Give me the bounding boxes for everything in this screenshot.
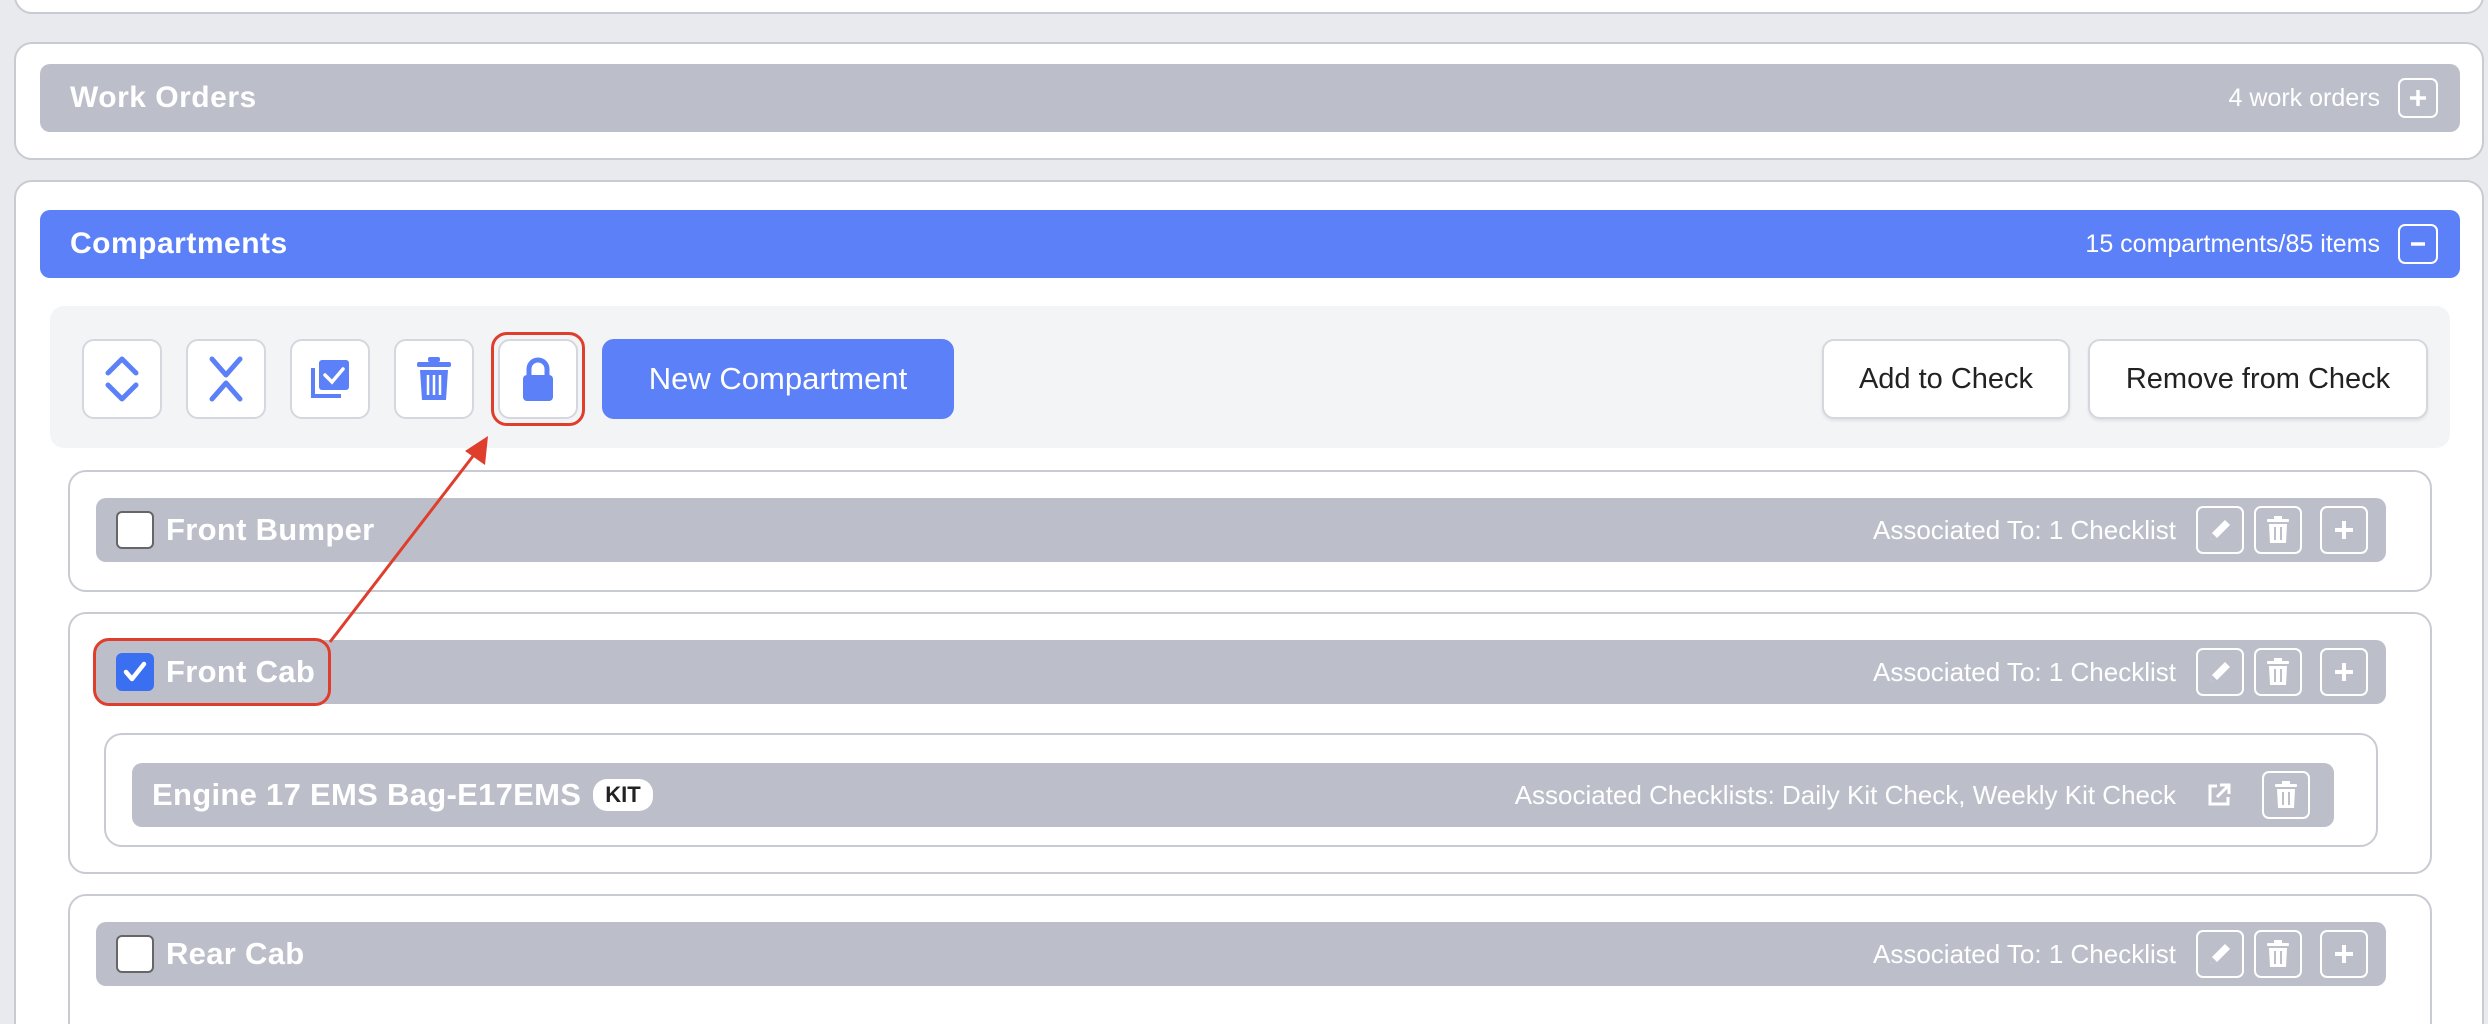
add-to-check-button[interactable]: Add to Check [1822, 339, 2070, 419]
add-kit-button[interactable] [2320, 930, 2368, 978]
pencil-icon [2210, 520, 2230, 540]
compartment-row-front-bumper[interactable]: Front Bumper Associated To: 1 Checklist [96, 498, 2386, 562]
compartment-row-rear-cab[interactable]: Rear Cab Associated To: 1 Checklist [96, 922, 2386, 986]
annotation-highlight-front-cab [93, 638, 331, 706]
trash-icon [417, 357, 451, 400]
annotation-highlight-lock [491, 332, 585, 426]
expand-all-icon [105, 356, 139, 402]
compartments-title: Compartments [70, 227, 288, 260]
kit-name: Engine 17 EMS Bag-E17EMS [152, 777, 582, 812]
compartment-checkbox-rear-cab[interactable] [116, 935, 154, 973]
work-orders-expand-button[interactable] [2398, 78, 2438, 118]
kit-assoc: Associated Checklists: Daily Kit Check, … [1514, 779, 2176, 810]
delete-compartment-button[interactable] [2254, 648, 2302, 696]
kit-row[interactable]: Engine 17 EMS Bag-E17EMS KIT Associated … [132, 763, 2334, 827]
new-compartment-button[interactable]: New Compartment [602, 339, 954, 419]
delete-kit-button[interactable] [2262, 771, 2310, 819]
edit-compartment-button[interactable] [2196, 930, 2244, 978]
plus-icon [2335, 663, 2353, 681]
work-orders-count: 4 work orders [2228, 83, 2380, 112]
pencil-icon [2210, 944, 2230, 964]
select-all-button[interactable] [290, 339, 370, 419]
select-all-icon [311, 360, 349, 398]
collapse-all-button[interactable] [186, 339, 266, 419]
trash-icon [2267, 940, 2289, 967]
work-orders-card: Work Orders 4 work orders [14, 42, 2484, 160]
edit-compartment-button[interactable] [2196, 648, 2244, 696]
compartments-count: 15 compartments/85 items [2085, 229, 2380, 258]
kit-badge: KIT [593, 779, 653, 811]
expand-all-button[interactable] [82, 339, 162, 419]
compartment-assoc: Associated To: 1 Checklist [1873, 656, 2176, 687]
plus-icon [2335, 945, 2353, 963]
compartment-row-front-cab[interactable]: Front Cab Associated To: 1 Checklist [96, 640, 2386, 704]
add-kit-button[interactable] [2320, 648, 2368, 696]
collapse-all-icon [209, 356, 243, 402]
work-orders-header[interactable]: Work Orders 4 work orders [40, 64, 2460, 132]
trash-icon [2267, 516, 2289, 543]
compartment-assoc: Associated To: 1 Checklist [1873, 514, 2176, 545]
new-compartment-label: New Compartment [648, 361, 908, 396]
add-to-check-label: Add to Check [1858, 362, 2034, 395]
compartments-collapse-button[interactable] [2398, 224, 2438, 264]
compartment-checkbox-front-bumper[interactable] [116, 511, 154, 549]
edit-compartment-button[interactable] [2196, 506, 2244, 554]
top-partial-card [14, 0, 2484, 14]
add-kit-button[interactable] [2320, 506, 2368, 554]
plus-icon [2410, 90, 2426, 106]
plus-icon [2335, 521, 2353, 539]
trash-icon [2275, 781, 2297, 808]
compartment-name: Front Bumper [166, 512, 375, 547]
compartment-name: Rear Cab [166, 936, 305, 971]
trash-icon [2267, 658, 2289, 685]
remove-from-check-label: Remove from Check [2125, 362, 2391, 395]
minus-icon [2411, 242, 2425, 246]
delete-selected-button[interactable] [394, 339, 474, 419]
delete-compartment-button[interactable] [2254, 506, 2302, 554]
delete-compartment-button[interactable] [2254, 930, 2302, 978]
remove-from-check-button[interactable]: Remove from Check [2088, 339, 2428, 419]
external-link-icon[interactable] [2206, 782, 2232, 808]
compartment-assoc: Associated To: 1 Checklist [1873, 938, 2176, 969]
compartments-header[interactable]: Compartments 15 compartments/85 items [40, 210, 2460, 278]
pencil-icon [2210, 662, 2230, 682]
work-orders-title: Work Orders [70, 81, 257, 114]
